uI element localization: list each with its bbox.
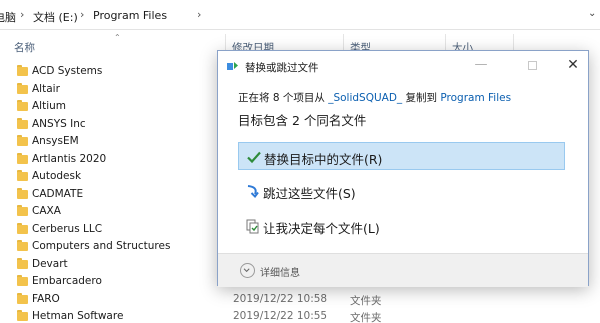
breadcrumb-item-program-files[interactable]: Program Files bbox=[93, 9, 167, 22]
maximize-icon bbox=[527, 61, 537, 70]
dialog-title: 替换或跳过文件 bbox=[245, 62, 319, 74]
check-icon bbox=[247, 151, 261, 164]
skip-files-option[interactable]: 跳过这些文件(S) bbox=[238, 177, 565, 205]
folder-icon bbox=[17, 205, 28, 216]
conflict-heading: 目标包含 2 个同名文件 bbox=[238, 113, 367, 128]
file-date: 2019/12/22 10:58 bbox=[233, 292, 328, 305]
decide-files-icon bbox=[246, 219, 259, 234]
dialog-footer: 详细信息 bbox=[218, 253, 588, 287]
file-name: Artlantis 2020 bbox=[32, 152, 107, 165]
file-name: Devart bbox=[32, 257, 68, 270]
replace-files-option[interactable]: 替换目标中的文件(R) bbox=[238, 142, 565, 170]
expand-details-button[interactable] bbox=[240, 263, 255, 278]
file-name: Altair bbox=[32, 82, 60, 95]
folder-icon bbox=[17, 240, 28, 251]
column-header-name[interactable]: 名称 bbox=[14, 40, 35, 55]
file-type: 文件夹 bbox=[350, 312, 382, 323]
address-bar[interactable]: 电脑 › 文档 (E:) › Program Files › ⌄ bbox=[0, 0, 600, 30]
file-name: Cerberus LLC bbox=[32, 222, 103, 235]
dialog-title-bar[interactable]: 替换或跳过文件 — ✕ bbox=[218, 51, 588, 81]
folder-icon bbox=[17, 65, 28, 76]
folder-icon bbox=[17, 310, 28, 321]
folder-icon bbox=[17, 170, 28, 181]
folder-icon bbox=[17, 187, 28, 199]
folder-icon bbox=[17, 100, 28, 111]
folder-icon bbox=[17, 275, 28, 286]
chevron-right-icon[interactable]: › bbox=[197, 8, 201, 21]
file-name: Hetman Software bbox=[32, 310, 124, 322]
file-name: CAXA bbox=[32, 205, 61, 217]
folder-icon bbox=[17, 222, 28, 234]
file-date: 2019/12/22 10:55 bbox=[233, 310, 328, 322]
info-middle: 复制到 bbox=[402, 92, 441, 104]
copy-progress-text: 正在将 8 个项目从 _SolidSQUAD_ 复制到 Program File… bbox=[238, 90, 511, 105]
chevron-down-icon[interactable]: ⌄ bbox=[588, 8, 596, 19]
list-item[interactable]: Hetman Software 2019/12/22 10:55 文件夹 bbox=[0, 307, 600, 323]
file-name: CADMATE bbox=[32, 187, 84, 200]
folder-icon bbox=[17, 117, 28, 129]
skip-arrow-icon bbox=[247, 185, 259, 199]
folder-icon bbox=[17, 82, 28, 94]
chevron-right-icon[interactable]: › bbox=[80, 8, 84, 21]
maximize-button[interactable] bbox=[517, 55, 547, 77]
minimize-button[interactable]: — bbox=[466, 55, 496, 77]
replace-or-skip-dialog: 替换或跳过文件 — ✕ 正在将 8 个项目从 _SolidSQUAD_ 复制到 … bbox=[217, 50, 589, 287]
file-name: Computers and Structures bbox=[32, 240, 171, 252]
file-name: ANSYS Inc bbox=[32, 117, 86, 130]
list-item[interactable]: FARO 2019/12/22 10:58 文件夹 bbox=[0, 290, 600, 308]
decide-each-file-option[interactable]: 让我决定每个文件(L) bbox=[238, 212, 565, 240]
file-type: 文件夹 bbox=[350, 294, 382, 307]
destination-folder-link[interactable]: Program Files bbox=[440, 92, 511, 104]
breadcrumb-item-pc[interactable]: 电脑 bbox=[0, 9, 16, 25]
folder-icon bbox=[17, 135, 28, 146]
sort-ascending-icon: ⌃ bbox=[114, 33, 121, 42]
info-prefix: 正在将 8 个项目从 bbox=[238, 92, 329, 104]
breadcrumb-item-drive[interactable]: 文档 (E:) bbox=[33, 9, 78, 25]
file-name: Altium bbox=[32, 100, 67, 112]
source-folder-link[interactable]: _SolidSQUAD_ bbox=[328, 92, 402, 104]
folder-icon bbox=[17, 292, 28, 304]
file-name: AnsysEM bbox=[32, 135, 79, 147]
file-name: ACD Systems bbox=[32, 65, 103, 77]
replace-files-label: 替换目标中的文件(R) bbox=[264, 152, 383, 167]
file-name: Embarcadero bbox=[32, 275, 102, 287]
more-details-label[interactable]: 详细信息 bbox=[260, 264, 300, 279]
copy-files-icon bbox=[227, 62, 238, 70]
close-button[interactable]: ✕ bbox=[558, 55, 588, 77]
file-name: Autodesk bbox=[32, 170, 82, 182]
chevron-right-icon[interactable]: › bbox=[20, 8, 24, 21]
file-name: FARO bbox=[32, 292, 60, 305]
folder-icon bbox=[17, 257, 28, 269]
chevron-down-icon bbox=[243, 268, 250, 273]
skip-files-label: 跳过这些文件(S) bbox=[263, 186, 356, 201]
folder-icon bbox=[17, 152, 28, 164]
decide-each-file-label: 让我决定每个文件(L) bbox=[263, 221, 380, 236]
